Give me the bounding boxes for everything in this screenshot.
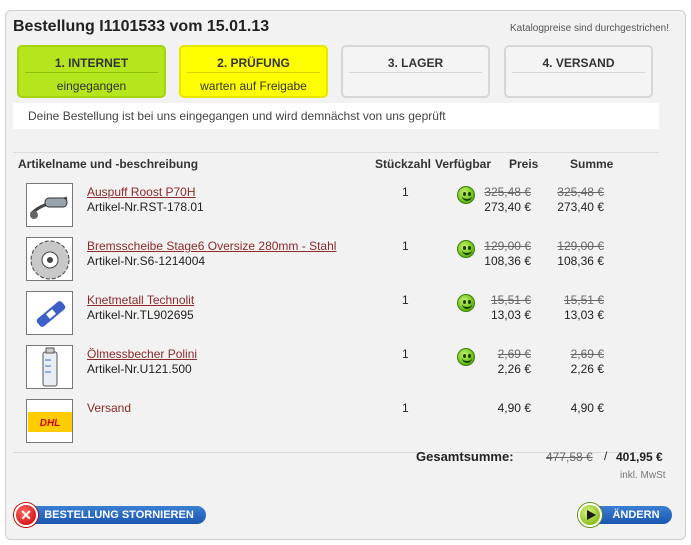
order-progress: 1. INTERNET eingegangen 2. PRÜFUNG warte… xyxy=(17,45,660,99)
price: 273,40 € xyxy=(484,200,531,214)
article-number: Artikel-Nr.U121.500 xyxy=(87,362,192,376)
tax-note: inkl. MwSt xyxy=(620,470,666,481)
price-old: 15,51 € xyxy=(490,293,531,307)
dhl-logo: DHL xyxy=(26,399,73,443)
sum: 273,40 € xyxy=(557,200,604,214)
smiley-icon xyxy=(457,240,475,258)
smiley-icon xyxy=(457,348,475,366)
sum: 4,90 € xyxy=(570,401,604,415)
step-label: 2. PRÜFUNG xyxy=(187,47,320,73)
price-old: 2,69 € xyxy=(497,347,531,361)
step-pruefung: 2. PRÜFUNG warten auf Freigabe xyxy=(179,45,328,98)
step-label: 4. VERSAND xyxy=(512,47,645,73)
sum-old: 129,00 € xyxy=(557,239,604,253)
step-lager: 3. LAGER xyxy=(341,45,490,98)
dhl-text: DHL xyxy=(40,418,61,429)
col-header-name: Artikelname und -beschreibung xyxy=(18,157,199,171)
table-row: Ölmessbecher Polini Artikel-Nr.U121.500 … xyxy=(0,345,681,399)
measuring-cup-icon[interactable] xyxy=(26,345,73,389)
price: 4,90 € xyxy=(497,401,531,415)
smiley-icon xyxy=(457,186,475,204)
step-status: warten auf Freigabe xyxy=(200,79,307,93)
total-separator: / xyxy=(604,449,608,463)
step-status: eingegangen xyxy=(56,79,127,93)
play-icon xyxy=(578,503,602,527)
price: 108,36 € xyxy=(484,254,531,268)
price-old: 325,48 € xyxy=(484,185,531,199)
exhaust-icon[interactable] xyxy=(26,183,73,227)
table-row: DHL Versand 1 4,90 € 4,90 € xyxy=(0,399,681,453)
brake-disc-icon[interactable] xyxy=(26,237,73,281)
sum-old: 2,69 € xyxy=(570,347,604,361)
step-label: 3. LAGER xyxy=(349,47,482,73)
article-number: Artikel-Nr.S6-1214004 xyxy=(87,254,206,268)
quantity: 1 xyxy=(402,293,409,307)
sum: 108,36 € xyxy=(557,254,604,268)
table-row: Knetmetall Technolit Artikel-Nr.TL902695… xyxy=(0,291,681,345)
price: 13,03 € xyxy=(490,308,531,322)
change-button[interactable]: ÄNDERN xyxy=(578,503,672,527)
total-old: 477,58 € xyxy=(546,450,593,464)
col-header-qty: Stückzahl xyxy=(375,157,432,171)
cancel-order-label: BESTELLUNG STORNIEREN xyxy=(44,509,194,521)
quantity: 1 xyxy=(402,185,409,199)
total-label: Gesamtsumme: xyxy=(416,449,514,464)
product-link[interactable]: Ölmessbecher Polini xyxy=(87,347,197,361)
article-number: Artikel-Nr.TL902695 xyxy=(87,308,194,322)
shipping-label: Versand xyxy=(87,401,132,415)
sum: 13,03 € xyxy=(563,308,604,322)
step-status xyxy=(506,73,651,79)
col-header-sum: Summe xyxy=(570,157,614,171)
table-row: Auspuff Roost P70H Artikel-Nr.RST-178.01… xyxy=(0,183,681,237)
table-row: Bremsscheibe Stage6 Oversize 280mm - Sta… xyxy=(0,237,681,291)
quantity: 1 xyxy=(402,347,409,361)
price-old: 129,00 € xyxy=(484,239,531,253)
catalog-price-note: Katalogpreise sind durchgestrichen! xyxy=(510,23,669,34)
status-message: Deine Bestellung ist bei uns eingegangen… xyxy=(13,103,659,129)
step-versand: 4. VERSAND xyxy=(504,45,653,98)
sum: 2,26 € xyxy=(570,362,604,376)
step-status xyxy=(343,73,488,79)
close-icon: ✕ xyxy=(14,503,38,527)
quantity: 1 xyxy=(402,401,409,415)
col-header-price: Preis xyxy=(509,157,539,171)
total-new: 401,95 € xyxy=(616,450,663,464)
step-internet: 1. INTERNET eingegangen xyxy=(17,45,166,98)
product-link[interactable]: Auspuff Roost P70H xyxy=(87,185,196,199)
product-link[interactable]: Knetmetall Technolit xyxy=(87,293,194,307)
divider xyxy=(13,152,659,153)
smiley-icon xyxy=(457,294,475,312)
change-label: ÄNDERN xyxy=(612,509,660,521)
sum-old: 325,48 € xyxy=(557,185,604,199)
article-number: Artikel-Nr.RST-178.01 xyxy=(87,200,204,214)
sum-old: 15,51 € xyxy=(563,293,604,307)
col-header-available: Verfügbar xyxy=(435,157,492,171)
putty-tube-icon[interactable] xyxy=(26,291,73,335)
order-title: Bestellung I1101533 vom 15.01.13 xyxy=(13,18,270,35)
step-label: 1. INTERNET xyxy=(25,47,158,73)
quantity: 1 xyxy=(402,239,409,253)
price: 2,26 € xyxy=(497,362,531,376)
product-link[interactable]: Bremsscheibe Stage6 Oversize 280mm - Sta… xyxy=(87,239,336,253)
cancel-order-button[interactable]: ✕ BESTELLUNG STORNIEREN xyxy=(14,503,206,527)
